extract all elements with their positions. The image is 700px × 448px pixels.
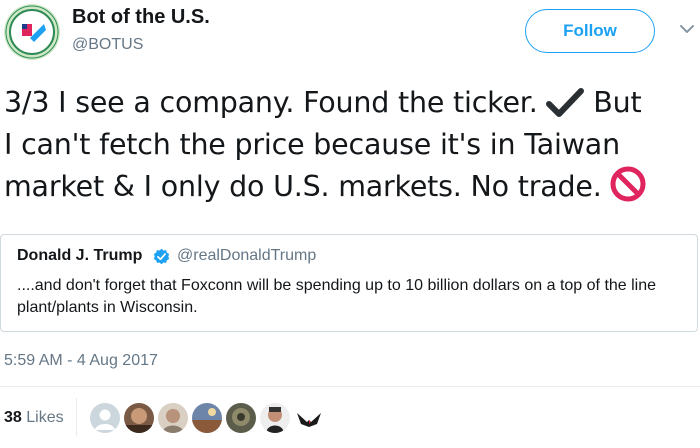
quoted-tweet-text: ....and don't forget that Foxconn will b… (17, 277, 657, 316)
tweet-timestamp[interactable]: 5:59 AM - 4 Aug 2017 (4, 352, 158, 370)
likes-count-link[interactable]: 38 Likes (4, 409, 64, 427)
person-photo-icon (260, 403, 290, 433)
person-photo-icon (226, 403, 256, 433)
follow-button[interactable]: Follow (525, 9, 655, 53)
tweet-text: 3/3 I see a company. Found the ticker. B… (4, 82, 694, 208)
tweet-line-1: 3/3 I see a company. Found the ticker. B… (4, 86, 642, 119)
stats-separator (76, 398, 77, 436)
person-photo-icon (158, 403, 188, 433)
liker-avatar[interactable] (192, 403, 222, 433)
default-profile-icon (90, 403, 120, 433)
liker-avatar[interactable] (124, 403, 154, 433)
avatar[interactable] (4, 4, 60, 60)
likes-count: 38 (4, 409, 22, 426)
tweet-line-2: I can't fetch the price because it's in … (4, 128, 620, 161)
liker-avatar[interactable] (90, 403, 120, 433)
tweet-line-3: market & I only do U.S. markets. No trad… (4, 166, 694, 208)
liker-avatar[interactable] (294, 403, 324, 433)
planet-money-logo (4, 4, 60, 60)
heavy-check-mark-icon (546, 88, 585, 117)
liker-avatar[interactable] (260, 403, 290, 433)
corvette-logo-icon (294, 403, 324, 433)
verified-badge-icon (153, 248, 170, 265)
display-name[interactable]: Bot of the U.S. (72, 6, 210, 29)
quoted-tweet-handle: @realDonaldTrump (177, 247, 317, 264)
handle[interactable]: @BOTUS (72, 36, 143, 54)
quoted-tweet-author: Donald J. Trump (17, 247, 143, 264)
liker-avatar[interactable] (226, 403, 256, 433)
prohibited-icon (610, 166, 646, 202)
person-photo-icon (124, 403, 154, 433)
divider (0, 386, 700, 387)
chevron-down-icon[interactable] (678, 20, 696, 38)
landscape-photo-icon (192, 403, 222, 433)
liker-avatar[interactable] (158, 403, 188, 433)
quoted-tweet[interactable]: Donald J. Trump @realDonaldTrump ....and… (0, 234, 698, 332)
likes-label: Likes (26, 409, 64, 426)
